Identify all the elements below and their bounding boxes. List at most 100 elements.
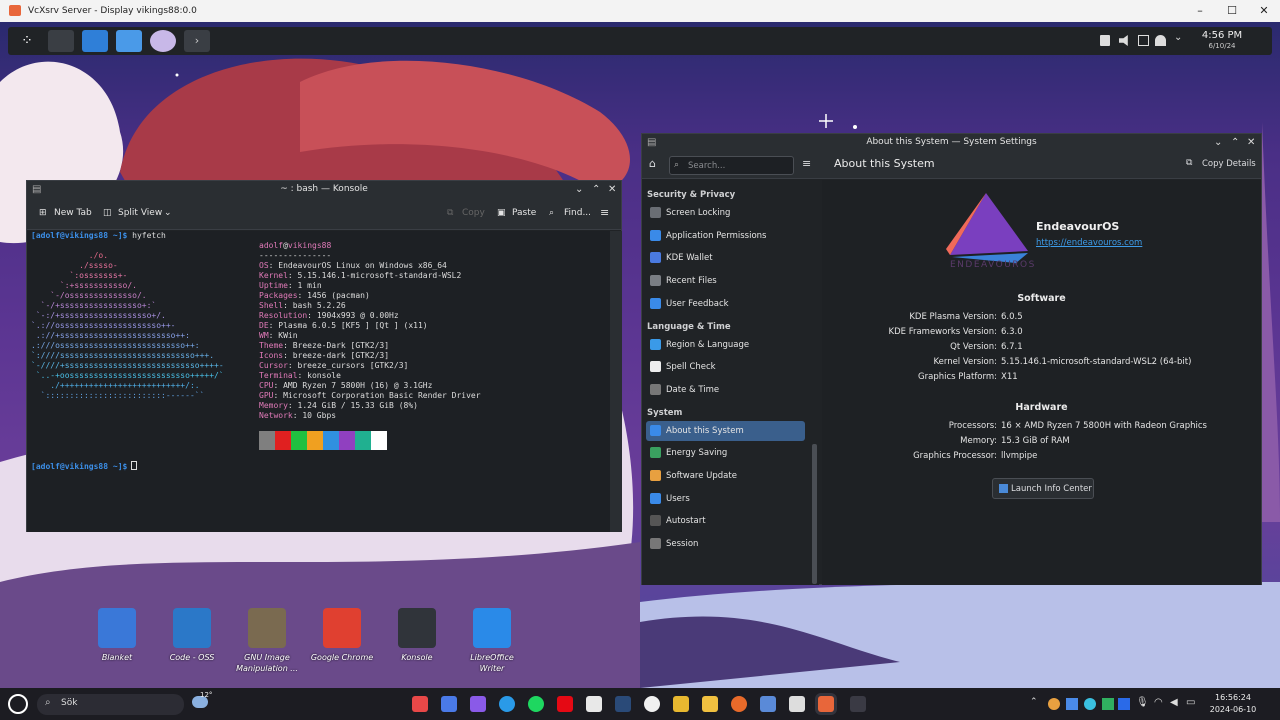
- taskbar-app-16-icon[interactable]: [850, 696, 866, 712]
- taskbar-app-14-icon[interactable]: [789, 696, 805, 712]
- sidebar-item-session[interactable]: Session›: [646, 534, 815, 554]
- speaker-icon[interactable]: ◀: [1170, 697, 1178, 708]
- desktop-icon-code-oss[interactable]: Code - OSS: [159, 608, 225, 663]
- network-icon[interactable]: [1155, 35, 1166, 46]
- new-tab-icon[interactable]: ⊞: [39, 208, 47, 218]
- terminal-scrollbar[interactable]: [610, 231, 622, 532]
- settings-close-icon[interactable]: ✕: [1247, 134, 1255, 151]
- taskbar-search[interactable]: ⌕ Sök: [37, 694, 184, 715]
- new-tab-button[interactable]: New Tab: [54, 208, 92, 218]
- konsole-window-icon[interactable]: ▤: [32, 181, 41, 198]
- home-icon[interactable]: ⌂: [649, 157, 656, 170]
- sidebar-item-label: Software Update: [666, 471, 737, 481]
- launch-info-center-button[interactable]: Launch Info Center: [992, 478, 1094, 499]
- settings-window-icon[interactable]: ▤: [647, 134, 656, 151]
- task-terminal-icon[interactable]: ›: [184, 30, 210, 52]
- taskbar-app-9-icon[interactable]: [644, 696, 660, 712]
- maximize-button[interactable]: ☐: [1216, 0, 1248, 22]
- terminal-area[interactable]: [adolf@vikings88 ~]$ hyfetch ./o. ./ssss…: [27, 231, 610, 532]
- expand-tray-icon[interactable]: ⌄: [1174, 32, 1182, 43]
- taskbar-explorer-icon[interactable]: [702, 696, 718, 712]
- sidebar-item-users[interactable]: Users: [646, 489, 805, 509]
- cursor: [131, 461, 138, 470]
- paste-icon[interactable]: ▣: [497, 208, 506, 218]
- taskbar-skype-icon[interactable]: [499, 696, 515, 712]
- konsole-minimize-icon[interactable]: ⌄: [575, 181, 583, 198]
- taskbar-app-1-icon[interactable]: [412, 696, 428, 712]
- taskbar-netflix-icon[interactable]: [557, 696, 573, 712]
- taskbar-firefox-icon[interactable]: [731, 696, 747, 712]
- display-icon[interactable]: [1138, 35, 1149, 46]
- settings-maximize-icon[interactable]: ⌃: [1231, 134, 1239, 151]
- wifi-icon[interactable]: ◠: [1154, 697, 1163, 708]
- tray-expand-icon[interactable]: ⌃: [1030, 697, 1038, 707]
- settings-menu-icon[interactable]: ≡: [802, 157, 811, 170]
- desktop-icon-gnu-image-manipulation[interactable]: GNU Image Manipulation ...: [234, 608, 300, 674]
- fetch-value: EndeavourOS Linux on Windows x86_64: [278, 261, 447, 270]
- taskbar-store-icon[interactable]: [586, 696, 602, 712]
- split-view-icon[interactable]: ◫: [103, 208, 112, 218]
- paste-button[interactable]: Paste: [512, 208, 536, 218]
- settings-titlebar[interactable]: ▤ About this System — System Settings ⌄ …: [642, 134, 1261, 151]
- find-button[interactable]: Find...: [564, 208, 591, 218]
- konsole-titlebar[interactable]: ▤ ~ : bash — Konsole ⌄ ⌃ ✕: [27, 181, 621, 198]
- taskbar-notepad-icon[interactable]: [760, 696, 776, 712]
- fetch-key: Icons: [259, 351, 284, 360]
- settings-minimize-icon[interactable]: ⌄: [1214, 134, 1222, 151]
- sidebar-item-kde-wallet[interactable]: KDE Wallet: [646, 248, 805, 268]
- konsole-maximize-icon[interactable]: ⌃: [592, 181, 600, 198]
- sidebar-item-about-this-system[interactable]: About this System: [646, 420, 805, 441]
- desktop-icon-konsole[interactable]: Konsole: [384, 608, 450, 663]
- taskbar-app-3-icon[interactable]: [470, 696, 486, 712]
- copy-button[interactable]: Copy: [462, 208, 485, 218]
- clipboard-icon[interactable]: [1100, 35, 1110, 46]
- split-view-button[interactable]: Split View: [118, 208, 162, 218]
- sidebar-item-screen-locking[interactable]: Screen Locking: [646, 203, 805, 223]
- taskbar-vcxsrv-icon[interactable]: [818, 696, 834, 712]
- desktop-icon-blanket[interactable]: Blanket: [84, 608, 150, 663]
- tray-app-5-icon[interactable]: [1118, 698, 1130, 710]
- taskbar-terminal-icon[interactable]: [615, 696, 631, 712]
- desktop-icon-libreoffice-writer[interactable]: LibreOffice Writer: [459, 608, 525, 674]
- sidebar-item-autostart[interactable]: Autostart: [646, 511, 805, 531]
- battery-icon[interactable]: ▭: [1186, 697, 1195, 708]
- sidebar-item-region-language[interactable]: Region & Language: [646, 335, 805, 355]
- find-icon[interactable]: ⌕: [549, 208, 554, 218]
- close-button[interactable]: ✕: [1248, 0, 1280, 22]
- split-view-dropdown-icon[interactable]: ⌄: [164, 208, 172, 218]
- minimize-button[interactable]: –: [1184, 0, 1216, 22]
- copy-details-icon[interactable]: ⧉: [1186, 158, 1192, 168]
- taskbar-time[interactable]: 16:56:24: [1205, 693, 1261, 702]
- desktop-icon-google-chrome[interactable]: Google Chrome: [309, 608, 375, 663]
- taskbar-app-10-icon[interactable]: [673, 696, 689, 712]
- tray-app-2-icon[interactable]: [1066, 698, 1078, 710]
- search-input[interactable]: ⌕ Search...: [669, 156, 794, 175]
- app-launcher-icon[interactable]: ⁘: [14, 30, 40, 52]
- tray-app-1-icon[interactable]: [1048, 698, 1060, 710]
- taskbar-spotify-icon[interactable]: [528, 696, 544, 712]
- sidebar-scrollbar[interactable]: [812, 444, 817, 584]
- start-icon[interactable]: [8, 694, 28, 714]
- software-heading: Software: [1017, 293, 1066, 304]
- task-konsole-icon[interactable]: [48, 30, 74, 52]
- volume-icon[interactable]: [1119, 35, 1128, 46]
- sidebar-item-spell-check[interactable]: Spell Check: [646, 357, 805, 377]
- task-dolphin-icon[interactable]: [116, 30, 142, 52]
- hamburger-menu-icon[interactable]: ≡: [600, 206, 609, 219]
- distro-url[interactable]: https://endeavouros.com: [1036, 238, 1142, 248]
- sidebar-item-energy-saving[interactable]: Energy Saving: [646, 443, 805, 463]
- sidebar-item-application-permissions[interactable]: Application Permissions: [646, 226, 805, 246]
- task-firefox-icon[interactable]: [150, 30, 176, 52]
- task-discover-icon[interactable]: [82, 30, 108, 52]
- sidebar-item-recent-files[interactable]: Recent Files: [646, 271, 805, 291]
- sidebar-item-software-update[interactable]: Software Update: [646, 466, 805, 486]
- sidebar-item-date-time[interactable]: Date & Time: [646, 380, 805, 400]
- tray-app-4-icon[interactable]: [1102, 698, 1114, 710]
- konsole-close-icon[interactable]: ✕: [608, 181, 616, 198]
- sidebar-item-user-feedback[interactable]: User Feedback: [646, 294, 805, 314]
- tray-app-3-icon[interactable]: [1084, 698, 1096, 710]
- microphone-icon[interactable]: 🎙: [1136, 697, 1149, 708]
- copy-details-button[interactable]: Copy Details: [1202, 159, 1256, 169]
- panel-clock[interactable]: 4:56 PM: [1193, 30, 1251, 41]
- taskbar-app-2-icon[interactable]: [441, 696, 457, 712]
